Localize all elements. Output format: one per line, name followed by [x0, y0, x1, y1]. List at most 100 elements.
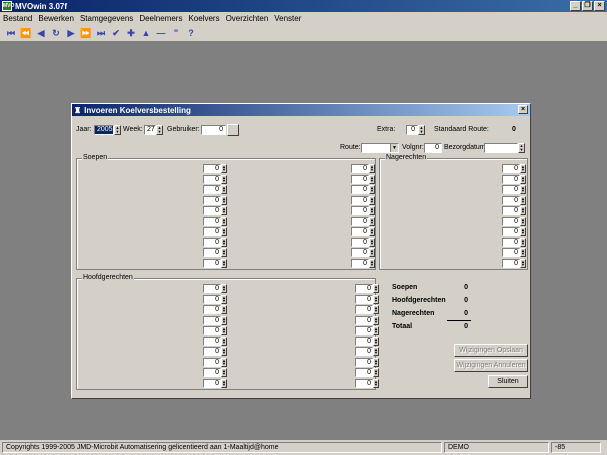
nagerechten-qty-input[interactable]: 0: [502, 248, 520, 257]
hoofdgerechten-left-qty-input[interactable]: 0: [203, 294, 221, 304]
extra-spinner[interactable]: ▲ ▼: [418, 125, 425, 135]
dialog-close-button[interactable]: ×: [518, 105, 528, 114]
toolbar-next-page-icon[interactable]: ⏩: [80, 27, 92, 39]
hoofdgerechten-left-qty-input[interactable]: 0: [203, 378, 221, 388]
soepen-right-qty-input[interactable]: 0: [351, 237, 369, 247]
toolbar-up-icon[interactable]: ▲: [140, 27, 152, 39]
soepen-left-qty-spinner[interactable]: ▲ ▼: [221, 185, 227, 194]
soepen-right-qty-input[interactable]: 0: [351, 258, 369, 268]
restore-button[interactable]: ❐: [582, 1, 593, 11]
nagerechten-qty-input[interactable]: 0: [502, 258, 520, 268]
nagerechten-qty-input[interactable]: 0: [502, 237, 520, 247]
hoofdgerechten-left-qty-spinner[interactable]: ▲ ▼: [221, 326, 227, 335]
soepen-right-qty-spinner[interactable]: ▲ ▼: [369, 174, 375, 184]
hoofdgerechten-left-qty-spinner[interactable]: ▲ ▼: [221, 336, 227, 346]
soepen-left-qty-input[interactable]: 0: [203, 164, 221, 173]
nagerechten-qty-input[interactable]: 0: [502, 227, 520, 236]
soepen-right-qty-spinner[interactable]: ▲ ▼: [369, 195, 375, 205]
close-dialog-button[interactable]: Sluiten: [488, 375, 528, 388]
toolbar-next-icon[interactable]: ▶: [65, 27, 77, 39]
hoofdgerechten-right-qty-input[interactable]: 0: [355, 357, 373, 367]
menu-bestand[interactable]: Bestand: [3, 14, 32, 23]
soepen-left-qty-input[interactable]: 0: [203, 216, 221, 226]
toolbar-refresh-icon[interactable]: ↻: [50, 27, 62, 39]
nagerechten-qty-spinner[interactable]: ▲ ▼: [520, 195, 526, 205]
bezorgdatum-spinner[interactable]: ▲ ▼: [518, 143, 525, 153]
soepen-left-qty-input[interactable]: 0: [203, 174, 221, 184]
week-input[interactable]: 27: [144, 125, 156, 135]
hoofdgerechten-left-qty-input[interactable]: 0: [203, 284, 221, 293]
soepen-left-qty-input[interactable]: 0: [203, 237, 221, 247]
close-button[interactable]: ×: [594, 1, 605, 11]
soepen-right-qty-input[interactable]: 0: [351, 185, 369, 194]
nagerechten-qty-input[interactable]: 0: [502, 195, 520, 205]
soepen-left-qty-input[interactable]: 0: [203, 258, 221, 268]
soepen-right-qty-spinner[interactable]: ▲ ▼: [369, 258, 375, 268]
soepen-right-qty-input[interactable]: 0: [351, 216, 369, 226]
hoofdgerechten-left-qty-spinner[interactable]: ▲ ▼: [221, 378, 227, 388]
soepen-right-qty-input[interactable]: 0: [351, 174, 369, 184]
route-dropdown-icon[interactable]: ▼: [390, 144, 398, 152]
soepen-left-qty-input[interactable]: 0: [203, 248, 221, 257]
hoofdgerechten-left-qty-spinner[interactable]: ▲ ▼: [221, 357, 227, 367]
hoofdgerechten-right-qty-spinner[interactable]: ▲ ▼: [373, 347, 379, 356]
hoofdgerechten-left-qty-input[interactable]: 0: [203, 336, 221, 346]
menu-koelvers[interactable]: Koelvers: [188, 14, 219, 23]
soepen-right-qty-spinner[interactable]: ▲ ▼: [369, 248, 375, 257]
nagerechten-qty-spinner[interactable]: ▲ ▼: [520, 164, 526, 173]
hoofdgerechten-right-qty-input[interactable]: 0: [355, 315, 373, 325]
nagerechten-qty-spinner[interactable]: ▲ ▼: [520, 174, 526, 184]
soepen-left-qty-spinner[interactable]: ▲ ▼: [221, 216, 227, 226]
nagerechten-qty-input[interactable]: 0: [502, 174, 520, 184]
hoofdgerechten-right-qty-input[interactable]: 0: [355, 326, 373, 335]
hoofdgerechten-left-qty-input[interactable]: 0: [203, 357, 221, 367]
soepen-left-qty-input[interactable]: 0: [203, 195, 221, 205]
menu-overzichten[interactable]: Overzichten: [226, 14, 269, 23]
hoofdgerechten-right-qty-spinner[interactable]: ▲ ▼: [373, 326, 379, 335]
toolbar-prev-page-icon[interactable]: ⏪: [20, 27, 32, 39]
hoofdgerechten-left-qty-input[interactable]: 0: [203, 315, 221, 325]
nagerechten-qty-input[interactable]: 0: [502, 206, 520, 215]
nagerechten-qty-spinner[interactable]: ▲ ▼: [520, 185, 526, 194]
nagerechten-qty-input[interactable]: 0: [502, 216, 520, 226]
soepen-right-qty-spinner[interactable]: ▲ ▼: [369, 237, 375, 247]
soepen-right-qty-spinner[interactable]: ▲ ▼: [369, 206, 375, 215]
hoofdgerechten-left-qty-input[interactable]: 0: [203, 347, 221, 356]
hoofdgerechten-left-qty-spinner[interactable]: ▲ ▼: [221, 294, 227, 304]
jaar-input[interactable]: 2005: [94, 125, 114, 135]
soepen-left-qty-input[interactable]: 0: [203, 206, 221, 215]
soepen-left-qty-spinner[interactable]: ▲ ▼: [221, 258, 227, 268]
toolbar-confirm-icon[interactable]: ✔: [110, 27, 122, 39]
hoofdgerechten-left-qty-spinner[interactable]: ▲ ▼: [221, 305, 227, 314]
nagerechten-qty-spinner[interactable]: ▲ ▼: [520, 216, 526, 226]
hoofdgerechten-right-qty-spinner[interactable]: ▲ ▼: [373, 284, 379, 293]
nagerechten-qty-spinner[interactable]: ▲ ▼: [520, 258, 526, 268]
hoofdgerechten-right-qty-spinner[interactable]: ▲ ▼: [373, 378, 379, 388]
soepen-left-qty-spinner[interactable]: ▲ ▼: [221, 248, 227, 257]
volgnr-input[interactable]: 0: [424, 143, 442, 153]
save-changes-button[interactable]: Wijzigingen Opslaan: [454, 344, 528, 357]
hoofdgerechten-left-qty-input[interactable]: 0: [203, 326, 221, 335]
minimize-button[interactable]: _: [570, 1, 581, 11]
menu-deelnemers[interactable]: Deelnemers: [139, 14, 182, 23]
hoofdgerechten-left-qty-input[interactable]: 0: [203, 305, 221, 314]
gebruiker-lookup-button[interactable]: [227, 124, 239, 136]
hoofdgerechten-right-qty-input[interactable]: 0: [355, 336, 373, 346]
toolbar-prev-icon[interactable]: ◀: [35, 27, 47, 39]
hoofdgerechten-right-qty-input[interactable]: 0: [355, 284, 373, 293]
soepen-left-qty-input[interactable]: 0: [203, 185, 221, 194]
hoofdgerechten-right-qty-spinner[interactable]: ▲ ▼: [373, 336, 379, 346]
soepen-left-qty-spinner[interactable]: ▲ ▼: [221, 195, 227, 205]
extra-input[interactable]: 0: [406, 125, 418, 135]
soepen-left-qty-spinner[interactable]: ▲ ▼: [221, 227, 227, 236]
nagerechten-qty-spinner[interactable]: ▲ ▼: [520, 248, 526, 257]
hoofdgerechten-right-qty-spinner[interactable]: ▲ ▼: [373, 294, 379, 304]
route-select[interactable]: ▼: [361, 143, 399, 153]
hoofdgerechten-right-qty-input[interactable]: 0: [355, 294, 373, 304]
hoofdgerechten-right-qty-spinner[interactable]: ▲ ▼: [373, 357, 379, 367]
toolbar-help-icon[interactable]: ?: [185, 27, 197, 39]
hoofdgerechten-right-qty-spinner[interactable]: ▲ ▼: [373, 368, 379, 377]
toolbar-last-icon[interactable]: ⏭: [95, 27, 107, 39]
soepen-right-qty-spinner[interactable]: ▲ ▼: [369, 216, 375, 226]
hoofdgerechten-left-qty-input[interactable]: 0: [203, 368, 221, 377]
